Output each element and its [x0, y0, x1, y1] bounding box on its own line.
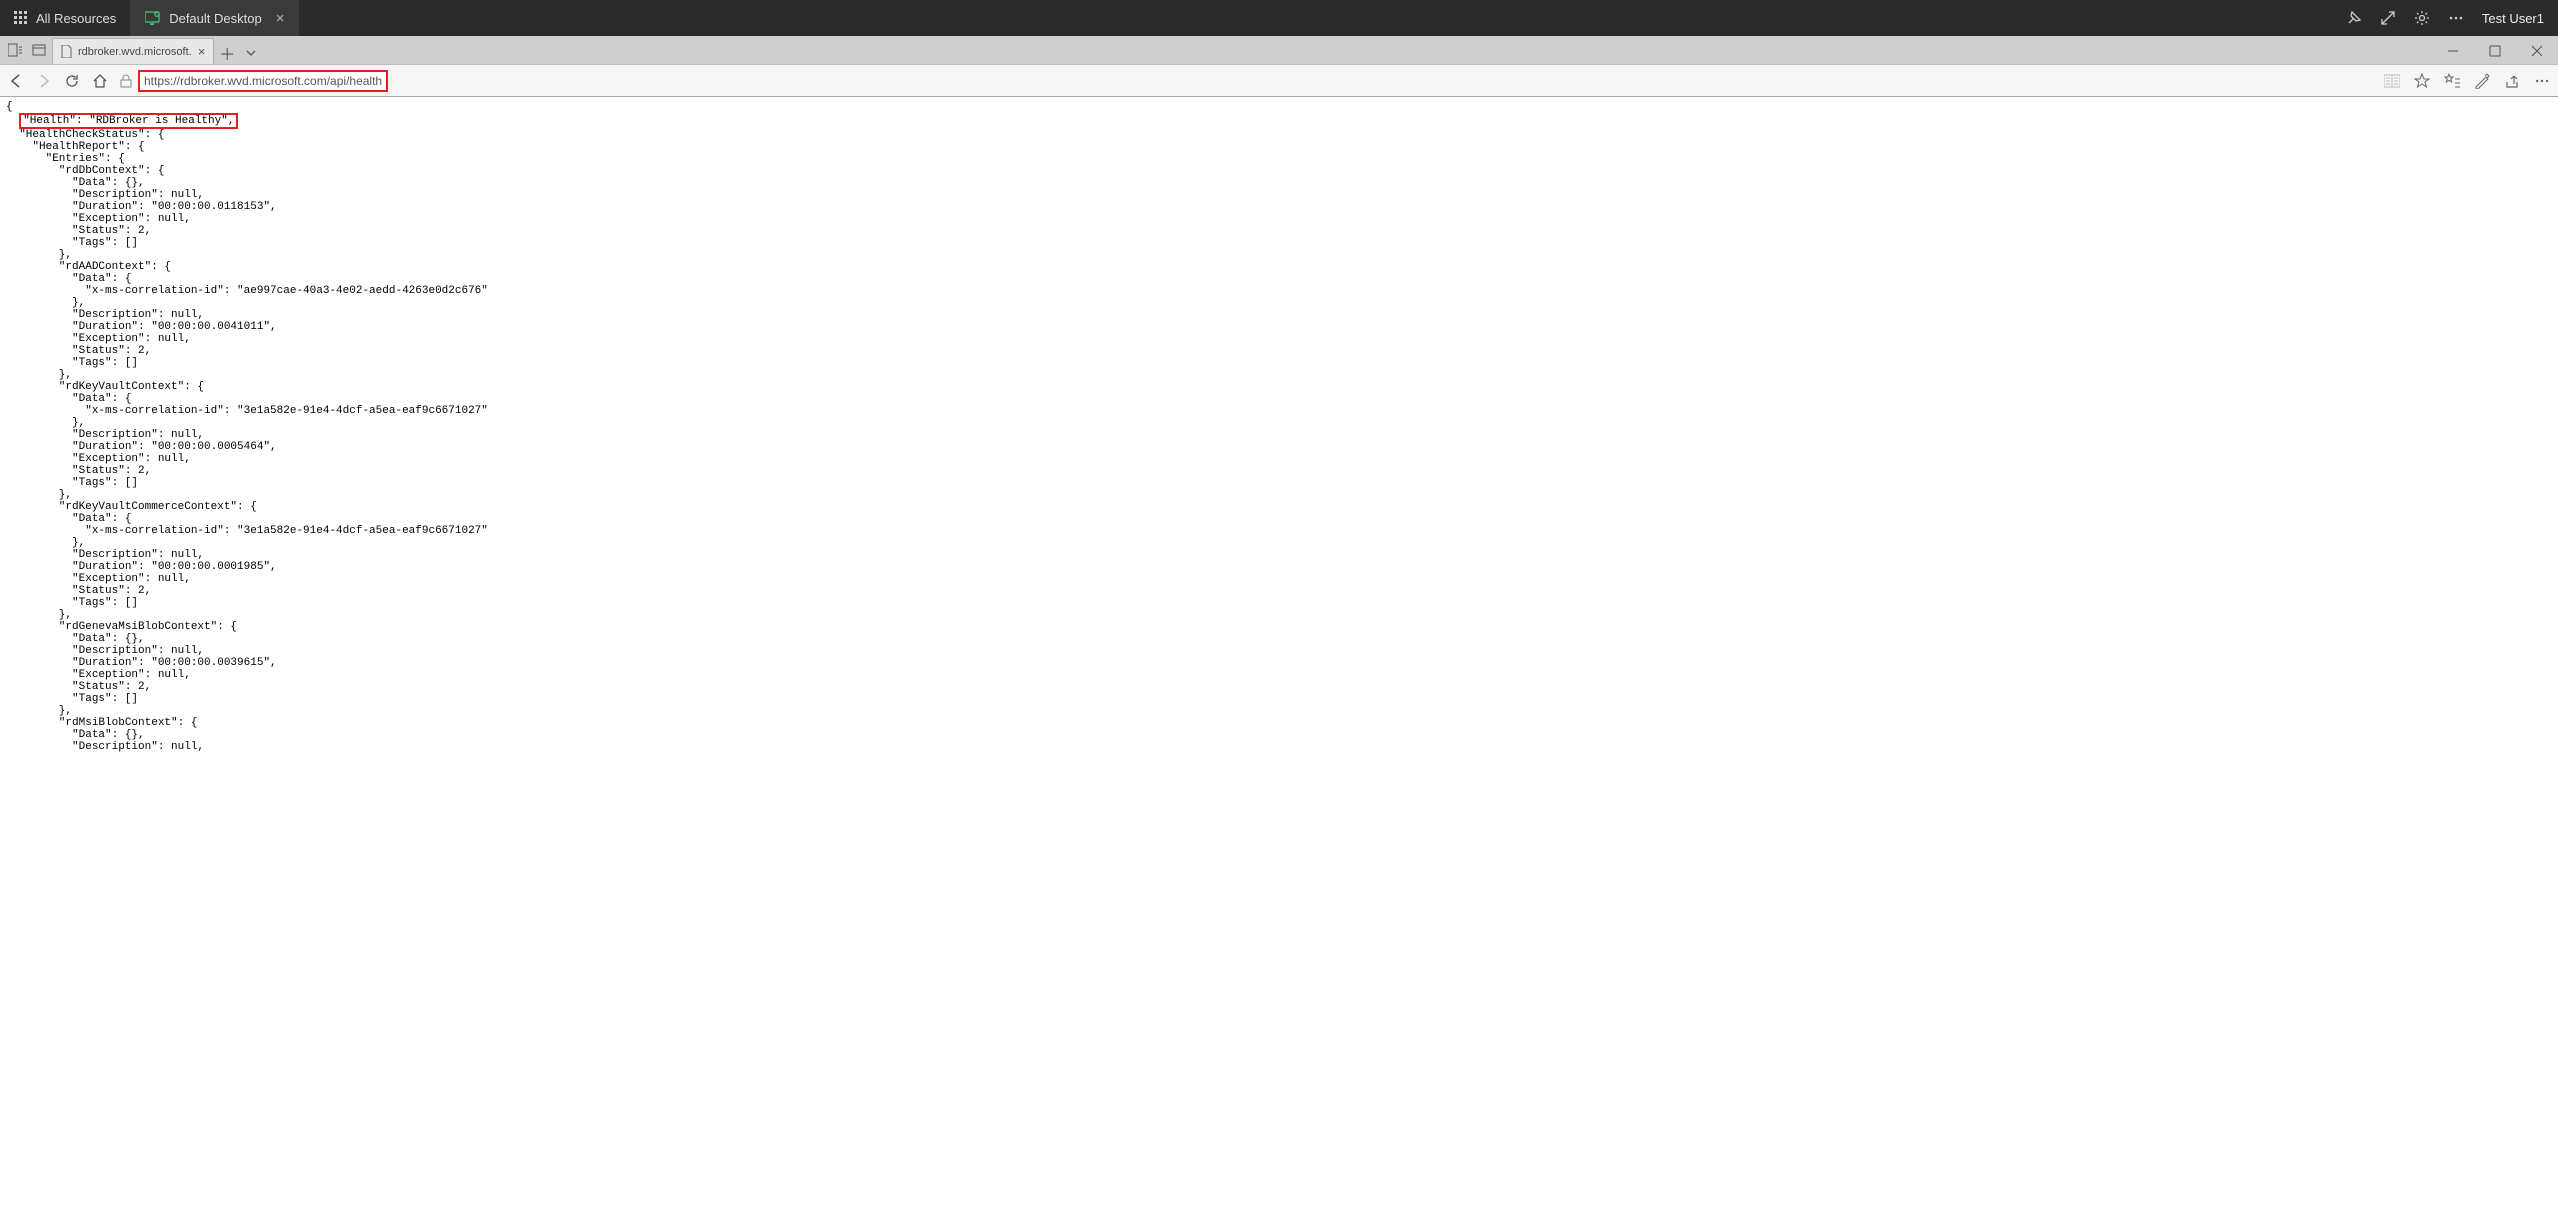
more-icon[interactable] [2534, 73, 2550, 89]
rd-tab-all-resources[interactable]: All Resources [0, 0, 131, 36]
page-content[interactable]: { "Health": "RDBroker is Healthy", "Heal… [0, 97, 2558, 1215]
url-text: https://rdbroker.wvd.microsoft.com/api/h… [138, 70, 388, 92]
gear-icon[interactable] [2414, 10, 2430, 26]
browser-chrome: rdbroker.wvd.microsoft. × ＋ [0, 36, 2558, 97]
nav-bar: https://rdbroker.wvd.microsoft.com/api/h… [0, 64, 2558, 96]
favorites-list-icon[interactable] [2444, 73, 2460, 89]
tab-title: rdbroker.wvd.microsoft. [78, 46, 192, 58]
maximize-button[interactable] [2474, 38, 2516, 64]
desktop-icon [145, 11, 161, 25]
rd-tab-default-desktop[interactable]: Default Desktop × [131, 0, 299, 36]
json-response: { "Health": "RDBroker is Healthy", "Heal… [0, 97, 2558, 757]
nav-right-icons [2384, 73, 2550, 89]
lock-icon [120, 74, 132, 88]
share-icon[interactable] [2504, 73, 2520, 89]
show-tabs-icon[interactable] [28, 36, 50, 64]
tab-dropdown-icon[interactable] [240, 42, 262, 64]
home-button[interactable] [92, 73, 110, 89]
pin-icon[interactable] [2346, 10, 2362, 26]
minimize-button[interactable] [2432, 38, 2474, 64]
window-controls [2432, 38, 2558, 64]
page-icon [61, 45, 72, 58]
refresh-button[interactable] [64, 73, 82, 89]
browser-tab[interactable]: rdbroker.wvd.microsoft. × [52, 38, 214, 64]
apps-icon [14, 11, 28, 25]
remote-desktop-bar: All Resources Default Desktop × Test Use… [0, 0, 2558, 36]
close-icon[interactable]: × [198, 44, 206, 59]
back-button[interactable] [8, 73, 26, 89]
expand-icon[interactable] [2380, 10, 2396, 26]
rd-tab-label: All Resources [36, 11, 116, 26]
favorite-icon[interactable] [2414, 73, 2430, 89]
rd-tab-label: Default Desktop [169, 11, 262, 26]
more-icon[interactable] [2448, 10, 2464, 26]
forward-button[interactable] [36, 73, 54, 89]
address-bar[interactable]: https://rdbroker.wvd.microsoft.com/api/h… [120, 69, 2374, 93]
tab-strip: rdbroker.wvd.microsoft. × ＋ [0, 36, 2558, 64]
set-aside-tabs-icon[interactable] [4, 36, 26, 64]
close-button[interactable] [2516, 38, 2558, 64]
user-label[interactable]: Test User1 [2482, 11, 2544, 26]
notes-icon[interactable] [2474, 73, 2490, 89]
reading-view-icon[interactable] [2384, 74, 2400, 88]
new-tab-button[interactable]: ＋ [216, 42, 238, 64]
close-icon[interactable]: × [276, 10, 285, 27]
rd-bar-right: Test User1 [2332, 10, 2558, 26]
